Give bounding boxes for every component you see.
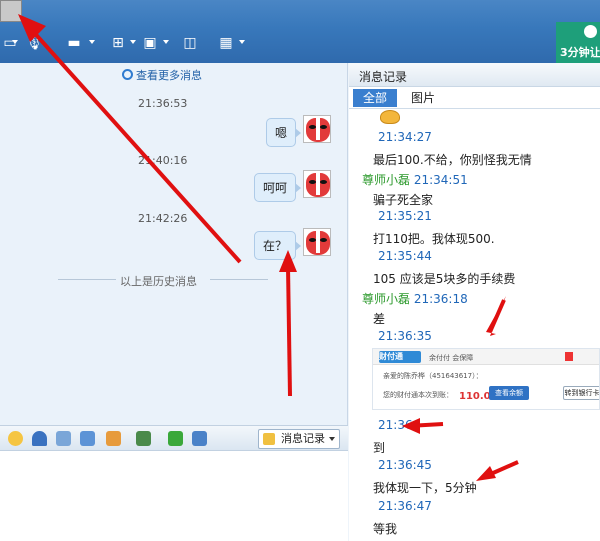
history-sender: 尊师小磊	[362, 173, 411, 187]
history-message: 到	[373, 441, 386, 455]
avatar[interactable]	[303, 228, 331, 256]
history-divider: 以上是历史消息	[58, 273, 268, 288]
message-bubble: 在？	[254, 231, 302, 260]
history-message: 骗子死全家	[373, 193, 434, 207]
voice-message-icon[interactable]	[80, 431, 95, 446]
tab-images[interactable]: 图片	[403, 89, 443, 107]
promo-banner[interactable]: 3分钟让	[556, 22, 600, 63]
message-bubble: 嗯	[266, 118, 302, 147]
remote-desktop-icon[interactable]: ▣	[140, 34, 160, 52]
screenshot-icon[interactable]: ◫	[180, 34, 200, 52]
music-icon[interactable]	[168, 431, 183, 446]
history-sender-line: 尊师小磊 21:36:18	[362, 290, 468, 307]
promo-icon	[584, 25, 597, 38]
history-message: 打110把。我体现500.	[373, 232, 495, 246]
chevron-down-icon[interactable]	[239, 40, 245, 44]
chat-toolbar: ▭ 🎙 ▬ ⊞ ▣ ◫ ▦ 3分钟让	[0, 0, 600, 63]
apps-grid-icon[interactable]: ▦	[216, 34, 236, 52]
history-time: 21:34:51	[413, 173, 468, 187]
history-time: 21:36:47	[378, 499, 432, 513]
clock-icon	[122, 69, 133, 80]
message-bubble: 呵呵	[254, 173, 302, 202]
history-sender-line: 尊师小磊 21:34:51	[362, 171, 468, 188]
avatar[interactable]	[303, 115, 331, 143]
message-history-label: 消息记录	[281, 432, 325, 445]
history-message: 105 应该是5块多的手续费	[373, 272, 516, 286]
image-icon[interactable]	[136, 431, 151, 446]
history-time: 21:36:	[378, 418, 417, 432]
message-timestamp: 21:42:26	[138, 212, 188, 225]
emoji-icon[interactable]	[8, 431, 23, 446]
chat-messages-area: 查看更多消息 21:36:53 嗯 21:40:16 呵呵 21:42:26 在…	[0, 63, 348, 425]
edit-icon[interactable]	[106, 431, 121, 446]
history-message: 等我	[373, 522, 398, 536]
payment-screenshot-image[interactable]: 财付通 余付付 会保障 亲爱的陈乔桦（451643617）： 您的财付通本次到账…	[372, 348, 600, 410]
contact-avatar[interactable]	[0, 0, 22, 22]
history-divider-label: 以上是历史消息	[120, 275, 197, 288]
promo-label: 3分钟让	[560, 46, 600, 59]
history-message: 最后100.不给，你别怪我无情	[373, 153, 532, 167]
history-time: 21:36:45	[378, 458, 432, 472]
input-toolbar: 消息记录	[0, 425, 348, 451]
avatar[interactable]	[303, 170, 331, 198]
tab-all[interactable]: 全部	[353, 89, 397, 107]
history-panel-title: 消息记录	[349, 63, 600, 87]
history-message: 我体现一下，5分钟	[373, 481, 477, 495]
message-timestamp: 21:40:16	[138, 154, 188, 167]
history-message: 差	[373, 312, 386, 326]
chevron-down-icon[interactable]	[89, 40, 95, 44]
chevron-down-icon[interactable]	[163, 40, 169, 44]
history-sender: 尊师小磊	[362, 292, 411, 306]
view-more-messages-link[interactable]: 查看更多消息	[122, 67, 202, 83]
chevron-down-icon[interactable]	[12, 40, 18, 44]
magic-emoticon-icon[interactable]	[32, 431, 47, 446]
history-time: 21:36:35	[378, 329, 432, 343]
history-icon	[263, 433, 275, 445]
view-more-messages-label: 查看更多消息	[136, 69, 202, 82]
folder-icon[interactable]: ▬	[64, 34, 84, 52]
message-history-button[interactable]: 消息记录	[258, 429, 340, 449]
send-screen-icon[interactable]	[192, 431, 207, 446]
screen-capture-icon[interactable]	[56, 431, 71, 446]
history-time: 21:36:18	[413, 292, 468, 306]
history-time: 21:35:44	[378, 249, 432, 263]
emoticon-image	[380, 110, 400, 124]
add-app-icon[interactable]: ⊞	[108, 34, 128, 52]
message-input[interactable]	[0, 451, 348, 541]
chevron-down-icon	[329, 437, 335, 441]
message-timestamp: 21:36:53	[138, 97, 188, 110]
history-tabs: 全部 图片	[349, 87, 600, 109]
chevron-down-icon[interactable]	[130, 40, 136, 44]
microphone-icon[interactable]: 🎙	[24, 34, 44, 52]
history-time: 21:35:21	[378, 209, 432, 223]
history-time: 21:34:27	[378, 130, 432, 144]
